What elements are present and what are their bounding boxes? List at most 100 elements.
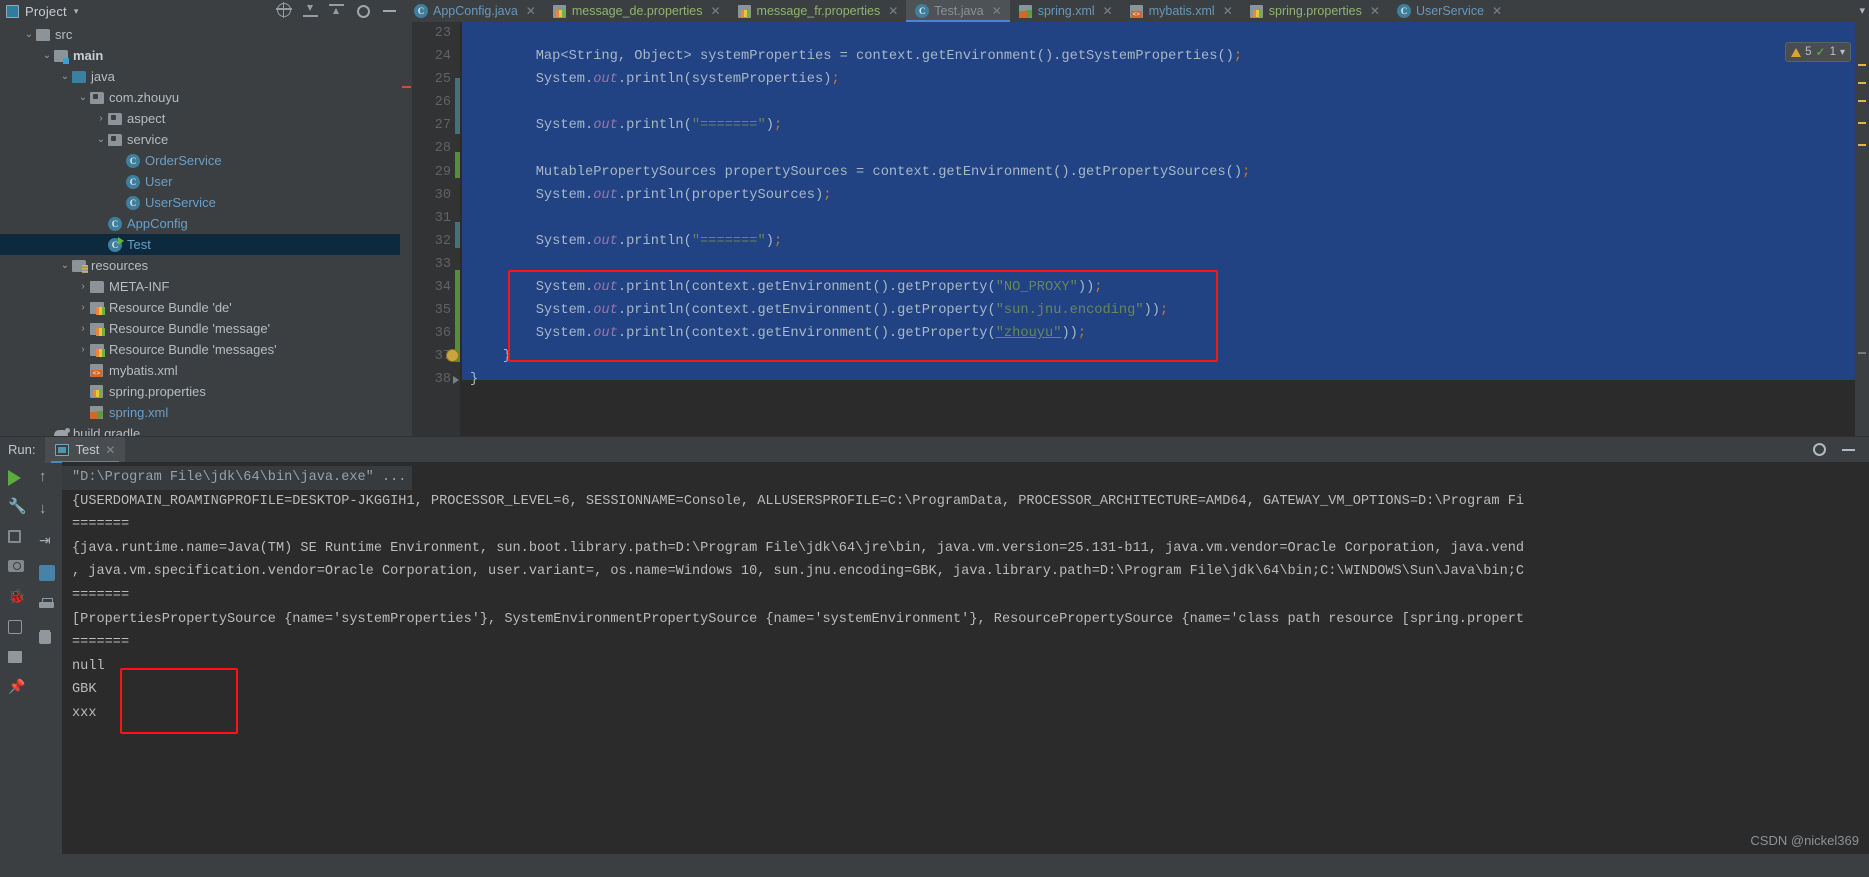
run-tab-test[interactable]: Test ✕ [45, 436, 126, 463]
scroll-down-icon[interactable]: ↓ [39, 500, 57, 518]
line-number: 29 [434, 164, 451, 180]
soft-wrap-icon[interactable]: ⇥ [39, 532, 57, 550]
scroll-to-end-icon[interactable] [39, 564, 57, 582]
tree-row[interactable]: C Test [0, 234, 400, 255]
intellij-idea-window: Project ▾ C AppConfig.java ✕ message_de.pro… [0, 0, 1869, 877]
editor-tab-spring-properties[interactable]: spring.properties ✕ [1241, 0, 1388, 22]
tree-row[interactable]: › Resource Bundle 'messages' [0, 339, 400, 360]
tree-row[interactable]: ⌄ service [0, 129, 400, 150]
chevron-down-icon[interactable]: ⌄ [40, 50, 54, 61]
project-tree[interactable]: ⌄ src ⌄ main ⌄ java ⌄ com.zhouyu › aspect ⌄ service… [0, 22, 400, 436]
close-icon[interactable]: ✕ [710, 4, 720, 18]
tree-row[interactable]: C User [0, 171, 400, 192]
code-token: "NO_PROXY" [995, 280, 1078, 296]
clear-all-icon[interactable] [39, 628, 57, 646]
xml-file-icon [90, 364, 104, 378]
editor-tab-test-java[interactable]: C Test.java ✕ [906, 0, 1011, 22]
scroll-up-icon[interactable]: ↑ [39, 468, 57, 486]
java-class-icon: C [126, 195, 140, 210]
tree-row[interactable]: build.gradle [0, 423, 400, 436]
close-icon[interactable]: ✕ [105, 443, 115, 457]
code-editor[interactable]: 23 24 25 26 27 28 29 30 31 32 33 34 35 36 37 38 Map<Str… [400, 22, 1869, 436]
tree-row[interactable]: › Resource Bundle 'de' [0, 297, 400, 318]
close-icon[interactable]: ✕ [888, 4, 898, 18]
code-token: ; [1160, 303, 1169, 319]
pin-icon[interactable]: 📌 [8, 678, 26, 696]
wrench-icon[interactable]: 🔧 [8, 498, 27, 516]
editor-tab-appconfig-java[interactable]: C AppConfig.java ✕ [405, 0, 544, 22]
code-token: ; [831, 72, 840, 88]
print-icon[interactable] [39, 596, 57, 614]
chevron-right-icon[interactable]: › [94, 113, 108, 124]
chevron-down-icon[interactable]: ▾ [1859, 4, 1865, 17]
chevron-down-icon[interactable]: ▾ [1840, 47, 1845, 58]
line-number: 32 [434, 233, 451, 249]
rerun-icon[interactable] [8, 468, 26, 486]
chevron-down-icon[interactable]: ⌄ [76, 92, 90, 103]
gear-icon[interactable] [1813, 443, 1826, 456]
tree-row[interactable]: ⌄ java [0, 66, 400, 87]
tree-row[interactable]: spring.xml [0, 402, 400, 423]
chevron-right-icon[interactable]: › [76, 323, 90, 334]
close-icon[interactable]: ✕ [992, 4, 1002, 18]
chevron-down-icon[interactable]: ⌄ [94, 134, 108, 145]
grid-icon[interactable] [8, 648, 26, 666]
tree-row[interactable]: ⌄ main [0, 45, 400, 66]
expand-all-icon[interactable] [329, 3, 345, 19]
tree-row[interactable]: › Resource Bundle 'message' [0, 318, 400, 339]
close-icon[interactable]: ✕ [1370, 4, 1380, 18]
tree-row[interactable]: spring.properties [0, 381, 400, 402]
chevron-right-icon[interactable]: › [76, 344, 90, 355]
warning-marker [1858, 64, 1866, 66]
close-icon[interactable]: ✕ [526, 4, 536, 18]
close-icon[interactable]: ✕ [1103, 4, 1113, 18]
chevron-down-icon[interactable]: ⌄ [22, 29, 36, 40]
collapse-all-icon[interactable] [303, 3, 319, 19]
tree-row[interactable]: › META-INF [0, 276, 400, 297]
editor-tab-spring-xml[interactable]: spring.xml ✕ [1010, 0, 1121, 22]
inspection-status-widget[interactable]: 5 ✓ 1 ▾ [1785, 42, 1851, 62]
export-icon[interactable] [8, 618, 26, 636]
code-token: System. [470, 233, 594, 249]
locate-icon[interactable] [277, 3, 293, 19]
screenshot-icon[interactable] [8, 558, 26, 576]
run-console-output[interactable]: "D:\Program File\jdk\64\bin\java.exe" ..… [62, 462, 1869, 854]
stop-icon[interactable] [8, 528, 26, 546]
editor-tab-mybatis-xml[interactable]: mybatis.xml ✕ [1121, 0, 1241, 22]
minimize-icon[interactable] [381, 3, 397, 19]
chevron-down-icon[interactable]: ⌄ [58, 260, 72, 271]
editor-right-marker-strip[interactable] [1855, 22, 1869, 436]
gear-icon[interactable] [355, 3, 371, 19]
editor-gutter[interactable]: 23 24 25 26 27 28 29 30 31 32 33 34 35 36 37 38 [412, 22, 460, 436]
tree-row[interactable]: ⌄ src [0, 24, 400, 45]
editor-tab-userservice[interactable]: C UserService ✕ [1388, 0, 1510, 22]
tree-row[interactable]: C AppConfig [0, 213, 400, 234]
chevron-right-icon[interactable]: › [76, 281, 90, 292]
editor-code-area[interactable]: Map<String, Object> systemProperties = c… [460, 22, 1855, 436]
spring-xml-icon [1018, 4, 1033, 18]
properties-file-icon [90, 385, 104, 399]
breakpoint-icon[interactable] [446, 349, 459, 362]
fold-arrow-icon[interactable] [453, 376, 459, 384]
tree-row[interactable]: › aspect [0, 108, 400, 129]
minimize-icon[interactable] [1842, 448, 1855, 451]
editor-tab-label: UserService [1415, 4, 1485, 18]
bundle-icon [90, 322, 105, 336]
chevron-right-icon[interactable]: › [76, 302, 90, 313]
chevron-down-icon[interactable]: ▾ [74, 6, 79, 17]
tree-row[interactable]: ⌄ com.zhouyu [0, 87, 400, 108]
tree-row[interactable]: mybatis.xml [0, 360, 400, 381]
chevron-down-icon[interactable]: ⌄ [58, 71, 72, 82]
close-icon[interactable]: ✕ [1223, 4, 1233, 18]
tree-row[interactable]: ⌄ resources [0, 255, 400, 276]
java-class-icon: C [414, 4, 428, 18]
tree-row[interactable]: C UserService [0, 192, 400, 213]
debug-icon[interactable]: 🐞 [8, 588, 26, 606]
close-icon[interactable]: ✕ [1492, 4, 1502, 18]
tree-row[interactable]: C OrderService [0, 150, 400, 171]
editor-tab-message-fr-properties[interactable]: message_fr.properties ✕ [729, 0, 907, 22]
editor-tab-message-de-properties[interactable]: message_de.properties ✕ [544, 0, 729, 22]
line-number: 26 [434, 95, 451, 111]
